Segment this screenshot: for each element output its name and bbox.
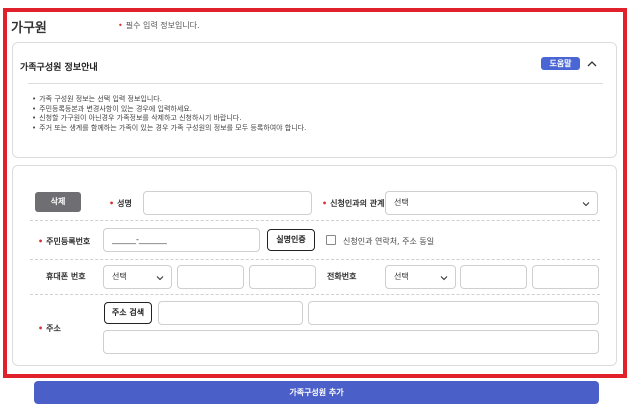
mobile-select-value: 선택	[112, 272, 127, 281]
info-panel-title: 가족구성원 정보안내	[20, 63, 98, 73]
name-label: 성명	[109, 198, 132, 209]
relation-select-value: 선택	[394, 198, 409, 207]
delete-button[interactable]: 삭제	[35, 192, 81, 212]
required-dot: •	[118, 21, 123, 30]
row-divider	[30, 220, 600, 221]
verify-button[interactable]: 실명인증	[267, 229, 315, 251]
address-label: 주소	[38, 323, 61, 334]
same-contact-label: 신청인과 연락처, 주소 동일	[343, 237, 435, 246]
mobile-middle-input[interactable]	[177, 265, 244, 289]
row-divider	[30, 294, 600, 295]
info-item: 주거 또는 생계를 함께하는 가족이 있는 경우 가족 구성원의 정보를 모두 …	[32, 124, 306, 134]
section-title: 가구원	[11, 21, 47, 36]
relation-label: 신청인과의 관계	[322, 198, 384, 209]
required-note-text: 필수 입력 정보입니다.	[125, 21, 200, 30]
phone-select-value: 선택	[394, 272, 409, 281]
chevron-up-icon[interactable]	[586, 58, 598, 70]
same-contact-checkbox[interactable]	[326, 235, 336, 245]
phone-middle-input[interactable]	[460, 265, 527, 289]
required-note: • 필수 입력 정보입니다.	[118, 20, 200, 31]
info-item: 주민등록등본과 변경사항이 있는 경우에 입력하세요.	[32, 105, 306, 115]
row-divider	[30, 259, 600, 260]
postcode-input[interactable]	[158, 301, 303, 325]
address-input[interactable]	[308, 301, 599, 325]
name-input[interactable]	[143, 191, 312, 215]
info-list: 가족 구성원 정보는 선택 입력 정보입니다. 주민등록등본과 변경사항이 있는…	[32, 95, 306, 133]
info-item: 가족 구성원 정보는 선택 입력 정보입니다.	[32, 95, 306, 105]
address-search-button[interactable]: 주소 검색	[104, 302, 152, 324]
help-button[interactable]: 도움말	[541, 57, 580, 70]
chevron-down-icon	[156, 276, 164, 281]
info-item: 신청할 가구원이 아닌경우 가족정보를 삭제하고 신청하시기 바랍니다.	[32, 114, 306, 124]
add-family-member-button[interactable]: 가족구성원 추가	[34, 381, 599, 404]
mobile-label: 휴대폰 번호	[46, 272, 86, 281]
ssn-value: ______-_______	[112, 235, 167, 244]
phone-label: 전화번호	[327, 272, 357, 281]
phone-last-input[interactable]	[532, 265, 599, 289]
relation-select[interactable]: 선택	[385, 191, 598, 215]
info-divider	[28, 83, 603, 84]
chevron-down-icon	[582, 202, 590, 207]
address-detail-input[interactable]	[103, 330, 599, 354]
chevron-down-icon	[440, 276, 448, 281]
mobile-last-input[interactable]	[249, 265, 316, 289]
phone-prefix-select[interactable]: 선택	[385, 265, 456, 289]
mobile-prefix-select[interactable]: 선택	[103, 265, 172, 289]
ssn-label: 주민등록번호	[38, 236, 90, 247]
